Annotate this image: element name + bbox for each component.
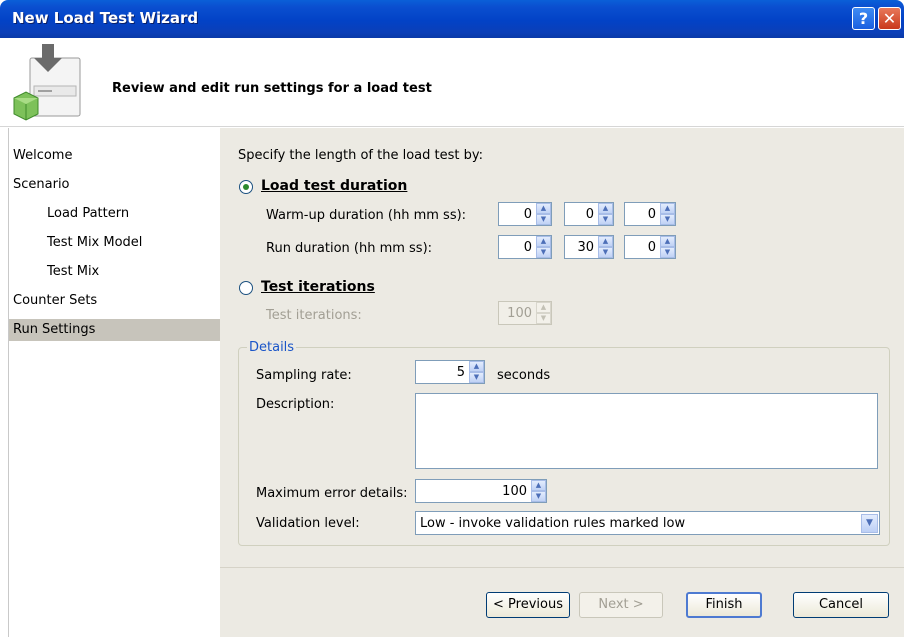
test-iterations-stepper[interactable]: 100 ▲ ▼ (498, 301, 552, 325)
spin-down-icon: ▼ (536, 313, 551, 324)
spin-down-icon[interactable]: ▼ (531, 491, 546, 502)
spin-down-icon[interactable]: ▼ (660, 214, 675, 225)
run-seconds-stepper[interactable]: 0 ▲ ▼ (624, 235, 676, 259)
page-title: Review and edit run settings for a load … (112, 81, 432, 96)
run-settings-panel: Specify the length of the load test by: … (220, 128, 904, 637)
load-test-duration-radio[interactable] (239, 180, 253, 194)
details-group: Details Sampling rate: 5 ▲ ▼ seconds Desc… (238, 340, 890, 546)
validation-level-label: Validation level: (256, 516, 360, 531)
help-button[interactable]: ? (852, 7, 875, 30)
spin-up-icon[interactable]: ▲ (660, 236, 675, 247)
nav-item-test-mix-model[interactable]: Test Mix Model (9, 232, 221, 254)
description-label: Description: (256, 397, 335, 412)
footer-divider (220, 567, 904, 568)
spin-up-icon[interactable]: ▲ (536, 203, 551, 214)
sampling-rate-stepper[interactable]: 5 ▲ ▼ (415, 360, 485, 384)
run-minutes-stepper[interactable]: 30 ▲ ▼ (564, 235, 614, 259)
maximum-error-details-label: Maximum error details: (256, 486, 408, 501)
validation-level-select[interactable]: Low - invoke validation rules marked low… (415, 511, 880, 535)
intro-text: Specify the length of the load test by: (238, 148, 483, 163)
nav-item-welcome[interactable]: Welcome (9, 145, 221, 167)
previous-button[interactable]: < Previous (486, 592, 570, 618)
wizard-header: Review and edit run settings for a load … (0, 38, 904, 127)
description-textarea[interactable] (415, 393, 878, 469)
nav-item-load-pattern[interactable]: Load Pattern (9, 203, 221, 225)
test-iterations-radio[interactable] (239, 281, 253, 295)
maximum-error-details-stepper[interactable]: 100 ▲ ▼ (415, 479, 547, 503)
chevron-down-icon[interactable]: ▼ (861, 513, 878, 533)
title-bar: New Load Test Wizard ? ✕ (0, 0, 904, 38)
load-test-duration-label: Load test duration (261, 178, 408, 194)
run-duration-label: Run duration (hh mm ss): (266, 241, 433, 256)
details-group-title: Details (247, 340, 297, 355)
run-hours-stepper[interactable]: 0 ▲ ▼ (498, 235, 552, 259)
test-iterations-field-label: Test iterations: (266, 308, 362, 323)
nav-item-run-settings[interactable]: Run Settings (9, 319, 221, 341)
spin-up-icon[interactable]: ▲ (598, 203, 613, 214)
spin-down-icon[interactable]: ▼ (536, 247, 551, 258)
spin-up-icon: ▲ (536, 302, 551, 313)
cancel-button[interactable]: Cancel (793, 592, 889, 618)
window-title: New Load Test Wizard (12, 9, 199, 27)
sampling-rate-unit: seconds (497, 368, 551, 383)
nav-item-counter-sets[interactable]: Counter Sets (9, 290, 221, 312)
close-button[interactable]: ✕ (878, 7, 901, 30)
warmup-seconds-stepper[interactable]: 0 ▲ ▼ (624, 202, 676, 226)
warmup-duration-label: Warm-up duration (hh mm ss): (266, 208, 467, 223)
spin-down-icon[interactable]: ▼ (660, 247, 675, 258)
warmup-hours-stepper[interactable]: 0 ▲ ▼ (498, 202, 552, 226)
wizard-nav: Welcome Scenario Load Pattern Test Mix M… (8, 128, 221, 637)
spin-down-icon[interactable]: ▼ (598, 247, 613, 258)
nav-item-test-mix[interactable]: Test Mix (9, 261, 221, 283)
wizard-window: New Load Test Wizard ? ✕ Review and edit… (0, 0, 904, 637)
next-button[interactable]: Next > (579, 592, 663, 618)
spin-down-icon[interactable]: ▼ (536, 214, 551, 225)
load-test-wizard-icon (13, 44, 81, 121)
spin-down-icon[interactable]: ▼ (469, 372, 484, 383)
spin-down-icon[interactable]: ▼ (598, 214, 613, 225)
spin-up-icon[interactable]: ▲ (598, 236, 613, 247)
nav-item-scenario[interactable]: Scenario (9, 174, 221, 196)
warmup-minutes-stepper[interactable]: 0 ▲ ▼ (564, 202, 614, 226)
spin-up-icon[interactable]: ▲ (536, 236, 551, 247)
sampling-rate-label: Sampling rate: (256, 368, 352, 383)
test-iterations-option-label: Test iterations (261, 279, 375, 295)
finish-button[interactable]: Finish (686, 592, 762, 618)
spin-up-icon[interactable]: ▲ (660, 203, 675, 214)
spin-up-icon[interactable]: ▲ (469, 361, 484, 372)
spin-up-icon[interactable]: ▲ (531, 480, 546, 491)
